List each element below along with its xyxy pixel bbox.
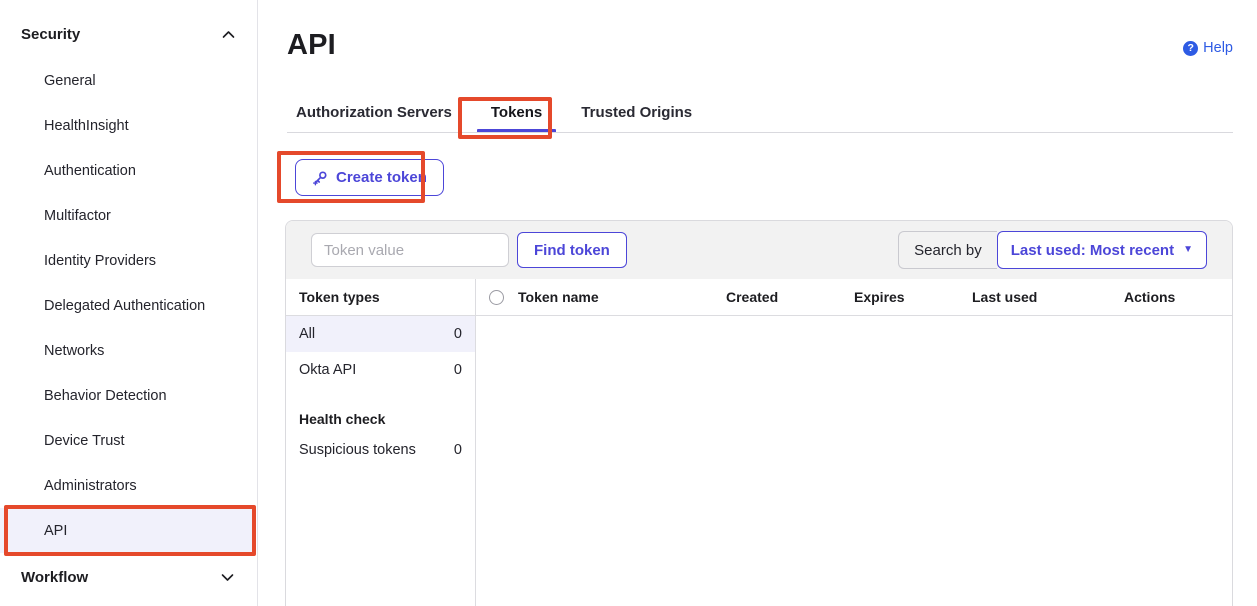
tab-bar: Authorization Servers Tokens Trusted Ori… xyxy=(282,100,706,133)
sidebar-item-api[interactable]: API xyxy=(0,508,256,553)
sidebar-item-delegated-authentication[interactable]: Delegated Authentication xyxy=(0,283,256,328)
page-title: API xyxy=(287,29,336,62)
find-token-button[interactable]: Find token xyxy=(517,232,627,268)
sidebar-item-device-trust[interactable]: Device Trust xyxy=(0,418,256,463)
key-plus-icon xyxy=(312,170,328,186)
sidebar-section-security[interactable]: Security xyxy=(0,20,257,48)
health-check-subheader: Health check xyxy=(286,406,475,432)
tabs-divider xyxy=(287,132,1233,133)
help-icon: ? xyxy=(1183,41,1198,56)
token-value-input[interactable] xyxy=(311,233,509,267)
token-type-okta-api-count: 0 xyxy=(454,362,462,378)
tokens-table: Token name Created Expires Last used Act… xyxy=(476,279,1232,606)
help-link[interactable]: ? Help xyxy=(1183,40,1233,56)
token-type-all-label: All xyxy=(299,326,315,342)
column-last-used: Last used xyxy=(972,289,1124,305)
sort-dropdown-value: Last used: Most recent xyxy=(1011,242,1174,259)
token-type-all-count: 0 xyxy=(454,326,462,342)
token-types-panel: Token types All 0 Okta API 0 Health chec… xyxy=(286,279,476,606)
tab-trusted-origins[interactable]: Trusted Origins xyxy=(567,100,706,133)
search-by-label: Search by xyxy=(898,231,997,269)
tokens-panel: Find token Search by Last used: Most rec… xyxy=(285,220,1233,606)
sidebar: Security General HealthInsight Authentic… xyxy=(0,0,258,606)
sort-dropdown[interactable]: Last used: Most recent ▼ xyxy=(997,231,1207,269)
sidebar-item-behavior-detection[interactable]: Behavior Detection xyxy=(0,373,256,418)
tab-authorization-servers[interactable]: Authorization Servers xyxy=(282,100,466,133)
tokens-table-body xyxy=(476,316,1232,606)
sidebar-item-general[interactable]: General xyxy=(0,58,256,103)
sidebar-item-list: General HealthInsight Authentication Mul… xyxy=(0,58,256,553)
dropdown-arrow-icon: ▼ xyxy=(1183,245,1193,255)
sidebar-section-workflow-label: Workflow xyxy=(21,569,88,586)
suspicious-tokens-label: Suspicious tokens xyxy=(299,442,416,458)
sidebar-item-administrators[interactable]: Administrators xyxy=(0,463,256,508)
create-token-button[interactable]: Create token xyxy=(295,159,444,196)
token-types-title: Token types xyxy=(286,279,475,316)
suspicious-tokens-count: 0 xyxy=(454,442,462,458)
token-type-all[interactable]: All 0 xyxy=(286,316,475,352)
token-type-okta-api[interactable]: Okta API 0 xyxy=(286,352,475,388)
sidebar-item-multifactor[interactable]: Multifactor xyxy=(0,193,256,238)
sidebar-item-identity-providers[interactable]: Identity Providers xyxy=(0,238,256,283)
token-type-suspicious-tokens[interactable]: Suspicious tokens 0 xyxy=(286,432,475,468)
sidebar-item-networks[interactable]: Networks xyxy=(0,328,256,373)
create-token-label: Create token xyxy=(336,169,427,186)
sidebar-item-authentication[interactable]: Authentication xyxy=(0,148,256,193)
sidebar-item-healthinsight[interactable]: HealthInsight xyxy=(0,103,256,148)
sidebar-section-security-label: Security xyxy=(21,26,80,43)
token-type-okta-api-label: Okta API xyxy=(299,362,356,378)
column-created: Created xyxy=(726,289,854,305)
tokens-table-header: Token name Created Expires Last used Act… xyxy=(476,279,1232,316)
column-actions: Actions xyxy=(1124,289,1232,305)
tokens-toolbar: Find token Search by Last used: Most rec… xyxy=(286,221,1232,279)
column-expires: Expires xyxy=(854,289,972,305)
sidebar-section-workflow[interactable]: Workflow xyxy=(0,563,256,591)
chevron-down-icon[interactable] xyxy=(221,573,234,582)
tokens-panel-body: Token types All 0 Okta API 0 Health chec… xyxy=(286,279,1232,606)
help-link-label: Help xyxy=(1203,40,1233,56)
chevron-up-icon[interactable] xyxy=(222,30,235,39)
tab-tokens[interactable]: Tokens xyxy=(477,100,556,133)
select-all-radio[interactable] xyxy=(489,290,504,305)
column-token-name: Token name xyxy=(518,289,726,305)
search-by-group: Search by Last used: Most recent ▼ xyxy=(898,231,1207,269)
